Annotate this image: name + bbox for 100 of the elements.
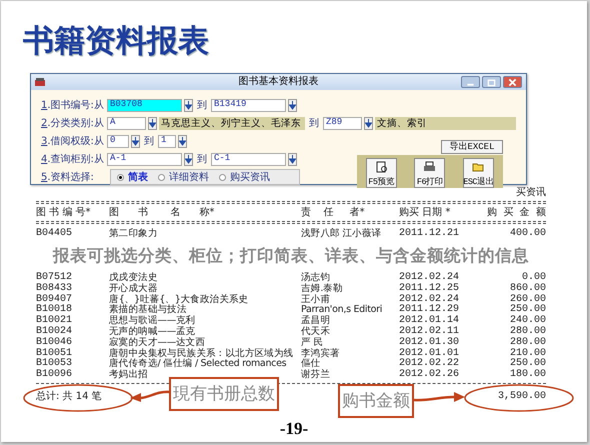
input-field[interactable]: A-1 xyxy=(107,152,182,166)
table-cell-text: 唐{、}吐蕃{、}大食政治关系史 xyxy=(109,294,250,305)
close-button[interactable] xyxy=(503,76,522,88)
caption-text: 报表可挑选分类、柜位；打印简表、详表、与含金额统计的信息 xyxy=(52,246,530,267)
input-field[interactable]: A xyxy=(107,116,146,130)
table-cell-text: 2011.12.25 xyxy=(399,282,460,294)
column-header: 责 任 者* xyxy=(301,206,366,218)
page-number: -19- xyxy=(280,419,308,439)
arrow-down-icon xyxy=(149,118,156,128)
input-field[interactable]: C-1 xyxy=(211,152,286,166)
table-cell-text: 2012.02.11 xyxy=(399,326,460,337)
table-cell-text: 250.00 xyxy=(508,358,546,370)
table-cell-text: 考妈出招 xyxy=(109,369,149,380)
field-label: 2.分类类别:从 xyxy=(41,116,105,130)
to-label: 到 xyxy=(143,134,155,148)
callout-arrow xyxy=(414,392,466,404)
table-cell-text: B10021 xyxy=(36,315,74,326)
arrow-down-icon xyxy=(132,136,139,146)
maximize-icon xyxy=(488,79,496,86)
close-icon xyxy=(508,78,517,86)
maximize-button[interactable] xyxy=(482,76,501,88)
to-label: 到 xyxy=(308,116,320,130)
table-cell-text: B10051 xyxy=(36,348,74,359)
table-cell-text: 唐朝中央集权与民族关系：以北方区域为线 xyxy=(109,348,294,359)
table-cell-text: B08433 xyxy=(36,282,74,294)
report-heading: 买资讯 xyxy=(515,187,546,198)
minimize-button[interactable] xyxy=(461,76,480,88)
dropdown-button[interactable] xyxy=(131,134,140,148)
column-header: 图 书 名 称* xyxy=(109,206,216,218)
arrow-down-icon xyxy=(185,154,192,164)
callout-box: 购书金额 xyxy=(338,384,414,418)
toolbar-button[interactable]: ESC退出 xyxy=(463,158,494,188)
callout-box: 現有书册总数 xyxy=(169,377,279,411)
app-icon xyxy=(34,77,46,87)
toolbar-button[interactable]: F6打印 xyxy=(414,158,446,188)
table-cell-text: 2011.12.29 xyxy=(399,304,460,316)
dropdown-button[interactable] xyxy=(364,116,373,130)
table-cell-text: B10024 xyxy=(36,326,74,337)
table-cell-text: B07512 xyxy=(36,272,74,283)
dropdown-button[interactable] xyxy=(184,98,193,112)
dropdown-button[interactable] xyxy=(288,98,297,112)
export-button[interactable]: 导出EXCEL xyxy=(441,140,503,154)
table-cell-text: 2012.02.22 xyxy=(399,358,460,370)
column-header: 购 买 金 额 xyxy=(486,206,546,218)
column-header: 购买 日期 * xyxy=(399,206,452,218)
field-label: 3.借阅权级:从 xyxy=(41,134,105,148)
table-cell-text: 王小甫 xyxy=(301,294,332,305)
table-cell-text: 开心成大器 xyxy=(109,282,159,294)
table-cell-text: 傴仕 xyxy=(301,358,320,370)
table-cell-text: 2012.01.01 xyxy=(399,348,460,359)
toolbar-button[interactable]: F5预览 xyxy=(366,158,397,188)
table-cell-text: B10053 xyxy=(36,358,74,370)
field-label: 4.查询柜别:从 xyxy=(41,152,105,166)
input-field[interactable]: B13419 xyxy=(211,98,286,112)
table-cell-text: 浅野八郎 江小薇译 xyxy=(301,228,382,239)
dropdown-button[interactable] xyxy=(184,152,193,166)
input-field[interactable]: 0 xyxy=(107,134,129,148)
table-cell-text: 2012.01.14 xyxy=(399,315,460,326)
radio-option[interactable]: 简表 xyxy=(117,170,148,184)
table-cell-text: 严 民 xyxy=(301,336,324,348)
radio-option[interactable]: 购买资讯 xyxy=(219,170,270,184)
arrow-down-icon xyxy=(179,136,186,146)
dropdown-button[interactable] xyxy=(288,152,297,166)
arrow-down-icon xyxy=(185,100,192,110)
input-field[interactable]: Z89 xyxy=(323,116,362,130)
table-cell-text: B10018 xyxy=(36,304,74,316)
minimize-icon xyxy=(467,83,474,86)
table-cell-text: 戊戌变法史 xyxy=(109,272,159,283)
input-field[interactable]: 1 xyxy=(158,134,176,148)
preview-icon xyxy=(374,161,388,173)
table-cell-text: B10046 xyxy=(36,336,74,348)
callout-arrow xyxy=(129,389,171,403)
radio-option[interactable]: 详细资料 xyxy=(158,170,209,184)
dropdown-button[interactable] xyxy=(178,134,187,148)
table-cell-text: 汤志钧 xyxy=(301,272,332,283)
arrow-down-icon xyxy=(289,154,296,164)
table-cell-text: B09407 xyxy=(36,294,74,305)
folder-icon xyxy=(472,161,486,173)
category-description: 马克思主义、列宁主义、毛泽东 xyxy=(159,116,305,130)
table-cell-text: 250.00 xyxy=(508,304,546,316)
total-amount: 3,590.00 xyxy=(498,390,546,403)
slide-title: 书籍资料报表 xyxy=(23,22,209,60)
table-cell-text: 280.00 xyxy=(508,336,546,348)
table-cell-text: 210.00 xyxy=(508,348,546,359)
field-label: 1.图书编号:从 xyxy=(41,98,105,112)
window-title: 图书基本资料报表 xyxy=(238,75,318,89)
table-cell-text: 240.00 xyxy=(508,315,546,326)
table-cell-text: 第二印象力 xyxy=(109,228,159,239)
arrow-down-icon xyxy=(289,100,296,110)
column-header: 图 书 编 号* xyxy=(36,206,92,218)
table-cell-text: 2011.12.21 xyxy=(399,228,460,239)
table-cell-text: 唐代传奇选/ 傴仕编 / Selected romances xyxy=(109,358,288,370)
table-cell-text: 180.00 xyxy=(508,369,546,380)
table-cell-text: 无声的呐喊——孟克 xyxy=(109,326,196,337)
table-cell-text: 代天禾 xyxy=(301,326,332,337)
table-cell-text: 思想与歌谣——克利 xyxy=(109,315,196,326)
dropdown-button[interactable] xyxy=(148,116,157,130)
input-field[interactable]: B03708 xyxy=(107,98,182,112)
table-cell-text: 素描的基础与技法 xyxy=(109,304,187,316)
total-count: 总计: 共 14 笔 xyxy=(36,390,102,403)
